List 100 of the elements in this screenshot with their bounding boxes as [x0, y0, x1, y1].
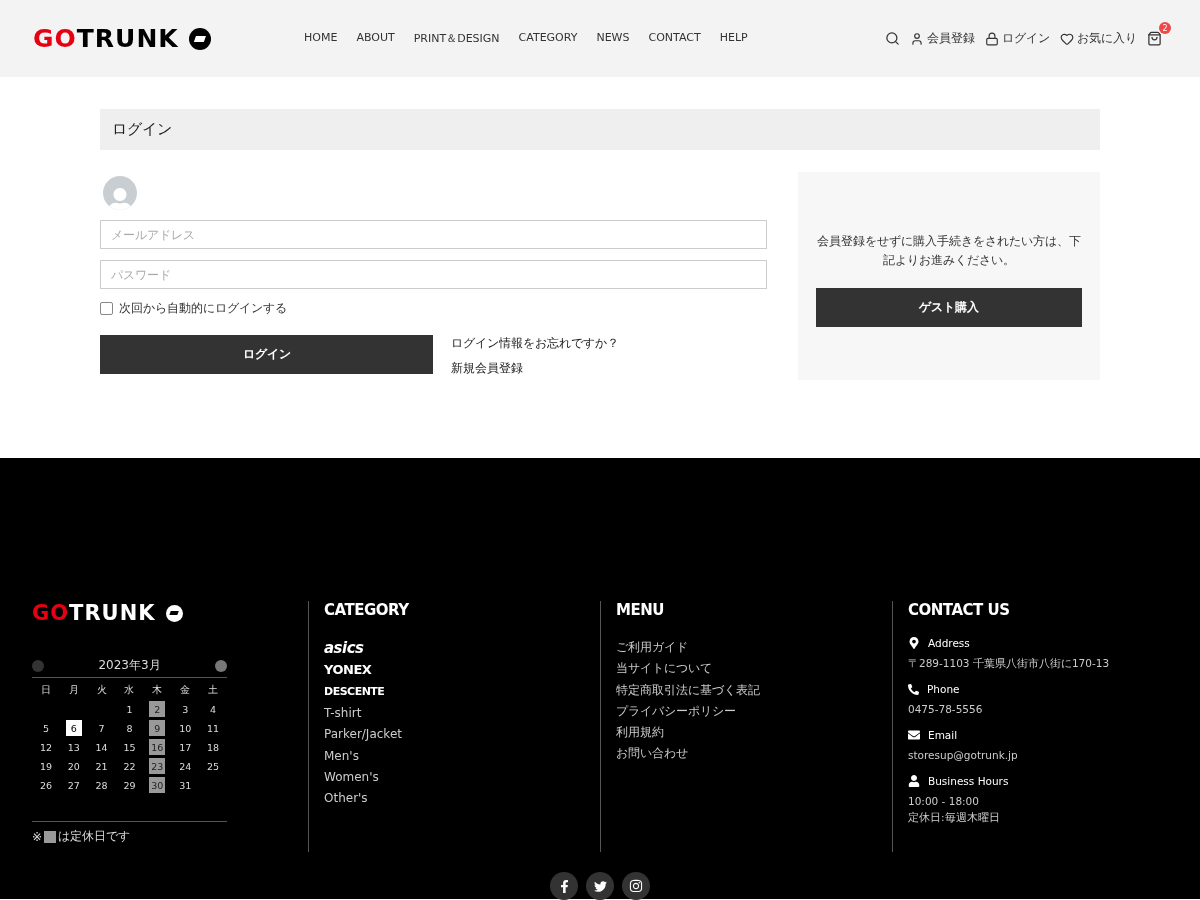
- calendar-day[interactable]: 14: [93, 739, 110, 755]
- calendar-day[interactable]: 26: [37, 777, 54, 793]
- next-month-button[interactable]: [215, 659, 227, 672]
- footer-link[interactable]: お問い合わせ: [616, 743, 892, 765]
- calendar-day[interactable]: 6: [65, 720, 82, 736]
- calendar-day[interactable]: 2: [149, 701, 166, 717]
- contact-label: Phone: [927, 683, 960, 695]
- person-icon: [908, 775, 920, 787]
- legend-text: は定休日です: [58, 828, 131, 845]
- calendar-day[interactable]: 31: [177, 777, 194, 793]
- calendar-day[interactable]: 19: [37, 758, 54, 774]
- email-field[interactable]: メールアドレス: [100, 220, 767, 249]
- nav-link[interactable]: PRINT＆DESIGN: [413, 31, 500, 46]
- brand-logo[interactable]: YONEX: [324, 659, 600, 681]
- header-link[interactable]: 会員登録: [910, 30, 975, 47]
- social-button[interactable]: [622, 872, 650, 900]
- brand-logo[interactable]: asics: [324, 637, 600, 659]
- calendar-day[interactable]: 30: [149, 777, 166, 793]
- page-title: ログイン: [100, 109, 1100, 150]
- logo-text[interactable]: GOTRUNK: [33, 24, 179, 53]
- header-link[interactable]: ログイン: [985, 30, 1050, 47]
- weekday-label: 金: [179, 682, 192, 697]
- search-button[interactable]: [885, 31, 900, 46]
- footer-link[interactable]: T-shirt: [324, 703, 600, 725]
- calendar-day[interactable]: 17: [177, 739, 194, 755]
- nav-link[interactable]: ABOUT: [356, 31, 395, 46]
- footer-link[interactable]: Other's: [324, 788, 600, 810]
- camera-icon: [629, 879, 643, 893]
- contact-text: storesup@gotrunk.jp: [908, 748, 1019, 763]
- contact-label: Email: [928, 729, 958, 741]
- nav-link[interactable]: HELP: [719, 31, 748, 46]
- brand-logo[interactable]: DESCENTE: [324, 681, 600, 703]
- contact-label: Address: [928, 637, 970, 649]
- calendar-day[interactable]: 4: [205, 701, 222, 717]
- contact-text: 〒289-1103 千葉県八街市八街に170-13: [908, 656, 1111, 671]
- social-button[interactable]: [586, 872, 614, 900]
- lock-icon: [985, 31, 999, 46]
- nav-link[interactable]: CONTACT: [648, 31, 701, 46]
- note-mark: ※: [32, 829, 43, 844]
- user-icon: [910, 31, 924, 46]
- text-link[interactable]: 新規会員登録: [451, 360, 619, 377]
- footer-link[interactable]: プライバシーポリシー: [616, 700, 892, 723]
- footer-link[interactable]: Parker/Jacket: [324, 724, 600, 746]
- avatar-icon: [103, 176, 137, 210]
- social-button[interactable]: [550, 872, 578, 900]
- calendar-day[interactable]: 16: [149, 739, 166, 755]
- calendar-day[interactable]: 12: [37, 739, 54, 755]
- calendar-day[interactable]: 22: [121, 758, 138, 774]
- footer-link[interactable]: Men's: [324, 745, 600, 767]
- calendar-day[interactable]: 27: [65, 777, 82, 793]
- logo-text[interactable]: GOTRUNK: [32, 601, 156, 625]
- holiday-swatch: [44, 830, 57, 843]
- footer-link[interactable]: 特定商取引法に基づく表記: [616, 679, 892, 701]
- calendar-day[interactable]: 7: [93, 720, 110, 736]
- calendar-day[interactable]: 9: [149, 720, 166, 736]
- weekday-label: 土: [207, 682, 220, 697]
- weekday-label: 木: [151, 682, 164, 697]
- calendar-day[interactable]: 8: [121, 720, 138, 736]
- calendar-day[interactable]: 24: [177, 758, 194, 774]
- contact-text: 0475-78-5556: [908, 702, 984, 717]
- logo-mark-icon: [165, 604, 183, 622]
- nav-link[interactable]: CATEGORY: [518, 31, 578, 46]
- calendar-day[interactable]: 15: [121, 739, 138, 755]
- contact-text: 定休日:毎週木曜日: [908, 810, 1001, 825]
- calendar-day[interactable]: 20: [65, 758, 82, 774]
- calendar-day[interactable]: 13: [65, 739, 82, 755]
- footer-link[interactable]: 利用規約: [616, 722, 892, 744]
- heart-icon: [1060, 31, 1074, 46]
- header-link[interactable]: お気に入り: [1060, 30, 1137, 47]
- calendar-day[interactable]: 25: [205, 758, 222, 774]
- login-button[interactable]: ログイン: [100, 335, 433, 374]
- remember-checkbox[interactable]: [100, 302, 113, 315]
- cart-count-badge: 2: [1159, 22, 1171, 34]
- footer-link[interactable]: 当サイトについて: [616, 658, 892, 680]
- envelope-icon: [908, 729, 920, 741]
- calendar-day[interactable]: 29: [121, 777, 138, 793]
- password-field[interactable]: パスワード: [100, 260, 767, 289]
- guest-text: 会員登録をせずに購入手続きをされたい方は、下記よりお進みください。: [816, 233, 1082, 269]
- nav-link[interactable]: NEWS: [596, 31, 630, 46]
- calendar-day[interactable]: 21: [93, 758, 110, 774]
- calendar-day[interactable]: 1: [121, 701, 138, 717]
- footer-link[interactable]: ご利用ガイド: [616, 637, 892, 659]
- calendar-day[interactable]: 28: [93, 777, 110, 793]
- weekday-label: 日: [39, 682, 52, 697]
- guest-purchase-button[interactable]: ゲスト購入: [816, 288, 1082, 327]
- bag-icon: [1147, 31, 1162, 46]
- calendar-day[interactable]: 5: [37, 720, 54, 736]
- cart-button[interactable]: [1147, 31, 1162, 46]
- text-link[interactable]: ログイン情報をお忘れですか？: [451, 335, 619, 352]
- footer-link[interactable]: Women's: [324, 766, 600, 789]
- calendar-day[interactable]: 23: [149, 758, 166, 774]
- calendar-day[interactable]: 18: [205, 739, 222, 755]
- calendar-day[interactable]: 11: [205, 720, 222, 736]
- checkbox-label: 次回から自動的にログインする: [119, 300, 287, 317]
- calendar-day[interactable]: 3: [177, 701, 194, 717]
- weekday-label: 月: [67, 682, 80, 697]
- contact-label: Business Hours: [928, 775, 1009, 787]
- calendar-day[interactable]: 10: [177, 720, 194, 736]
- nav-link[interactable]: HOME: [304, 31, 338, 46]
- column-title: CONTACT US: [908, 601, 1011, 619]
